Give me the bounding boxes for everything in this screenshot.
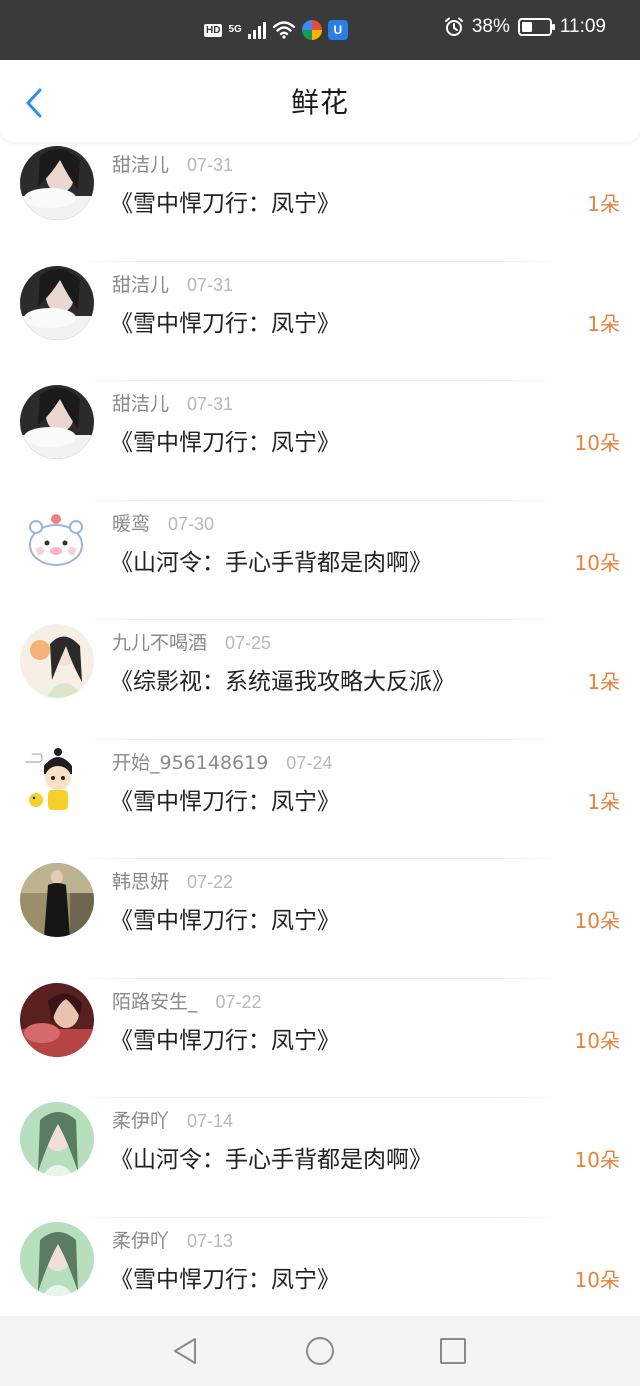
flower-count: 10朵	[574, 1267, 620, 1292]
list-item[interactable]: 陌路安生_ 07-22 《雪中悍刀行：凤宁》 10朵	[0, 979, 640, 1098]
avatar[interactable]	[20, 982, 94, 1057]
user-name[interactable]: 韩思妍	[112, 867, 169, 894]
list-item[interactable]: 暖鸾 07-30 《山河令：手心手背都是肉啊》 10朵	[0, 501, 640, 620]
avatar[interactable]	[20, 265, 94, 340]
row-meta: 暖鸾 07-30	[112, 509, 214, 536]
avatar[interactable]	[20, 1221, 94, 1296]
row-meta: 柔伊吖 07-13	[112, 1226, 233, 1253]
wifi-icon	[272, 21, 295, 39]
back-triangle-icon[interactable]	[171, 1336, 201, 1366]
flower-count: 10朵	[574, 1028, 620, 1053]
signal-icon	[247, 21, 266, 39]
status-left-icons: HD 5G U	[204, 20, 348, 40]
book-title[interactable]: 《雪中悍刀行：凤宁》	[110, 423, 340, 457]
avatar[interactable]	[20, 385, 94, 459]
user-name[interactable]: 暖鸾	[112, 509, 150, 536]
user-name[interactable]: 甜洁儿	[112, 270, 169, 297]
list-item[interactable]: 开始_956148619 07-24 《雪中悍刀行：凤宁》 1朵	[0, 740, 640, 859]
user-name[interactable]: 陌路安生_	[112, 987, 198, 1014]
flower-count: 1朵	[587, 789, 620, 814]
avatar[interactable]	[20, 146, 94, 220]
avatar[interactable]	[20, 743, 94, 818]
status-right: 38% 11:09	[444, 16, 606, 38]
list-item[interactable]: 甜洁儿 07-31 《雪中悍刀行：凤宁》 10朵	[0, 381, 640, 501]
book-title[interactable]: 《雪中悍刀行：凤宁》	[110, 184, 340, 218]
flower-count: 10朵	[574, 1148, 620, 1172]
flower-count: 1朵	[587, 311, 620, 336]
recents-square-icon[interactable]	[438, 1336, 468, 1366]
flower-list: 甜洁儿 07-31 《雪中悍刀行：凤宁》 1朵 甜洁儿 07-31 《雪中悍刀行：凤宁》 1朵…	[0, 142, 640, 1337]
flower-count: 10朵	[574, 550, 620, 575]
user-name[interactable]: 柔伊吖	[112, 1106, 169, 1133]
book-title[interactable]: 《雪中悍刀行：凤宁》	[110, 1260, 340, 1294]
shield-app-icon: U	[327, 20, 348, 40]
book-title[interactable]: 《山河令：手心手背都是肉啊》	[110, 1140, 432, 1174]
book-title[interactable]: 《雪中悍刀行：凤宁》	[110, 901, 340, 935]
flower-count: 10朵	[574, 909, 620, 933]
row-meta: 甜洁儿 07-31	[112, 270, 233, 297]
row-meta: 甜洁儿 07-31	[112, 150, 233, 177]
status-bar: HD 5G U 38% 11:09	[0, 0, 640, 60]
row-date: 07-14	[187, 1111, 234, 1131]
row-meta: 韩思妍 07-22	[112, 867, 233, 894]
row-date: 07-31	[187, 394, 234, 414]
user-name[interactable]: 柔伊吖	[112, 1226, 169, 1253]
system-nav-bar	[0, 1316, 640, 1386]
network-type: 5G	[228, 24, 242, 35]
app-notification-icon	[301, 20, 322, 40]
row-meta: 陌路安生_ 07-22	[112, 987, 262, 1014]
chevron-left-icon	[26, 88, 42, 118]
battery-icon	[517, 18, 555, 36]
list-item[interactable]: 韩思妍 07-22 《雪中悍刀行：凤宁》 10朵	[0, 859, 640, 979]
row-date: 07-25	[225, 633, 272, 653]
user-name[interactable]: 甜洁儿	[112, 150, 169, 177]
book-title[interactable]: 《山河令：手心手背都是肉啊》	[110, 543, 432, 577]
list-item[interactable]: 柔伊吖 07-14 《山河令：手心手背都是肉啊》 10朵	[0, 1098, 640, 1218]
page-header: 鲜花	[0, 60, 640, 142]
flower-count: 10朵	[574, 431, 620, 455]
avatar[interactable]	[20, 504, 94, 579]
page-title: 鲜花	[290, 86, 349, 119]
avatar[interactable]	[20, 1102, 94, 1176]
list-item[interactable]: 甜洁儿 07-31 《雪中悍刀行：凤宁》 1朵	[0, 142, 640, 262]
book-title[interactable]: 《雪中悍刀行：凤宁》	[110, 1021, 340, 1055]
clock: 11:09	[559, 16, 606, 37]
alarm-icon	[444, 17, 463, 36]
avatar[interactable]	[20, 863, 94, 937]
book-title[interactable]: 《雪中悍刀行：凤宁》	[110, 304, 340, 338]
row-date: 07-30	[168, 513, 215, 534]
user-name[interactable]: 开始_956148619	[112, 748, 268, 775]
row-date: 07-13	[187, 1230, 234, 1251]
list-item[interactable]: 九儿不喝酒 07-25 《综影视：系统逼我攻略大反派》 1朵	[0, 620, 640, 740]
back-button[interactable]	[20, 87, 50, 119]
row-meta: 甜洁儿 07-31	[112, 389, 233, 416]
row-meta: 柔伊吖 07-14	[112, 1106, 233, 1133]
book-title[interactable]: 《雪中悍刀行：凤宁》	[110, 782, 340, 816]
row-date: 07-31	[187, 274, 234, 295]
flower-count: 1朵	[587, 192, 620, 216]
row-meta: 九儿不喝酒 07-25	[112, 628, 271, 655]
flower-count: 1朵	[587, 670, 620, 694]
home-circle-icon[interactable]	[305, 1336, 335, 1366]
avatar[interactable]	[20, 624, 94, 698]
battery-percent: 38%	[471, 16, 510, 37]
row-date: 07-24	[286, 752, 333, 773]
row-date: 07-22	[215, 991, 262, 1012]
user-name[interactable]: 九儿不喝酒	[112, 628, 207, 655]
book-title[interactable]: 《综影视：系统逼我攻略大反派》	[110, 662, 455, 696]
row-date: 07-22	[187, 872, 234, 892]
row-meta: 开始_956148619 07-24	[112, 748, 332, 775]
battery-fill	[521, 22, 532, 32]
hd-badge: HD	[204, 23, 223, 37]
list-item[interactable]: 甜洁儿 07-31 《雪中悍刀行：凤宁》 1朵	[0, 262, 640, 381]
row-date: 07-31	[187, 155, 234, 175]
user-name[interactable]: 甜洁儿	[112, 389, 169, 416]
